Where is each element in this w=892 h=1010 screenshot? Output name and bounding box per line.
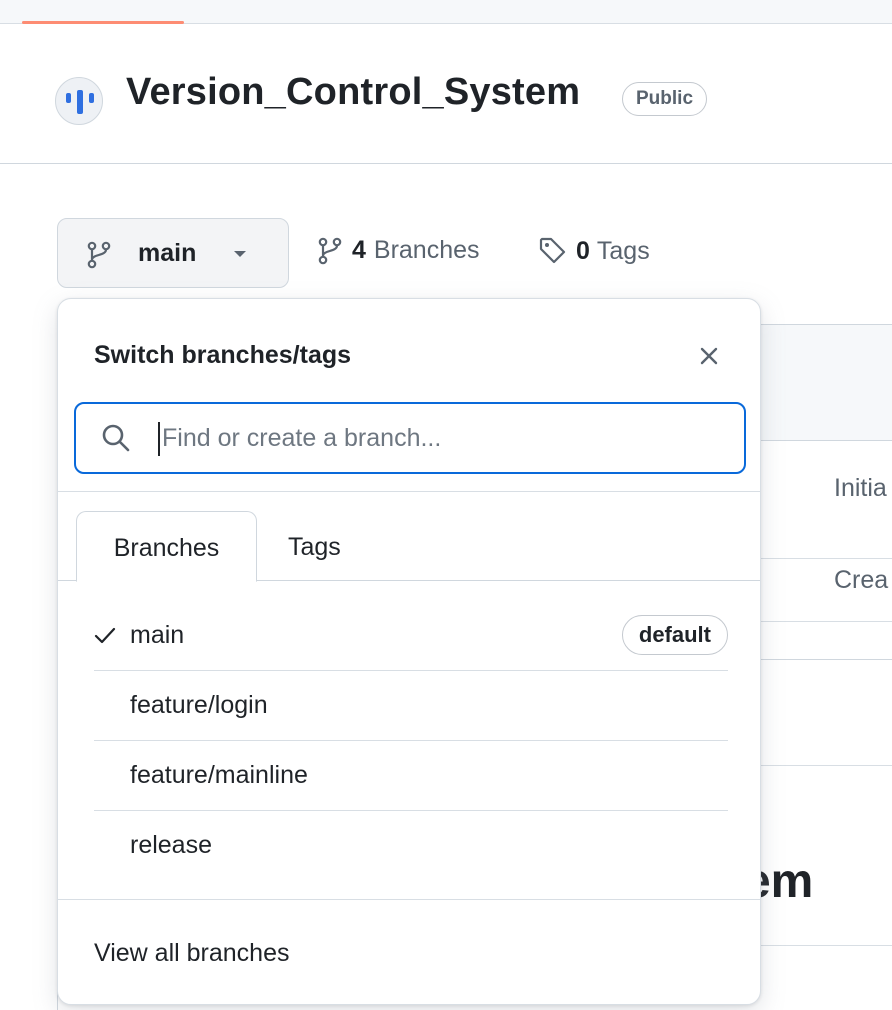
branch-tag-tabs: Branches Tags [58, 511, 760, 582]
default-branch-badge: default [621, 615, 728, 655]
git-branch-icon [318, 237, 342, 264]
page: Version_Control_System Public main 4 Bra… [0, 0, 892, 1010]
search-icon [102, 424, 130, 452]
branch-name: main [130, 621, 185, 649]
tab-tags[interactable]: Tags [288, 511, 341, 581]
tags-count: 0 [576, 236, 590, 265]
branch-search-field[interactable] [74, 402, 746, 474]
branch-name: release [130, 831, 212, 859]
dropdown-divider [58, 491, 760, 492]
repo-owner-avatar[interactable] [55, 77, 103, 125]
commit-message-fragment[interactable]: Initia [834, 474, 887, 503]
view-all-branches-link[interactable]: View all branches [94, 939, 289, 968]
repo-name-link[interactable]: Version_Control_System [126, 71, 580, 114]
branch-switcher-dropdown: Switch branches/tags Branches Tags main [57, 298, 761, 1005]
branch-item-feature-login[interactable]: feature/login [94, 671, 728, 741]
current-branch-label: main [138, 239, 197, 267]
owner-logo-icon [66, 90, 94, 114]
top-nav-strip [0, 0, 892, 24]
branch-item-release[interactable]: release [94, 811, 728, 881]
check-icon [94, 627, 116, 644]
commit-message-fragment[interactable]: Crea [834, 566, 888, 595]
text-cursor [158, 422, 160, 456]
branches-count: 4 [352, 236, 366, 264]
tags-label: Tags [596, 236, 650, 265]
visibility-badge: Public [622, 82, 708, 116]
branch-item-main[interactable]: main default [94, 601, 728, 671]
branch-search-input[interactable] [162, 418, 722, 458]
branch-select-button[interactable]: main [57, 218, 289, 288]
tag-icon [539, 237, 566, 264]
git-branch-icon [87, 241, 111, 269]
triangle-down-icon [234, 251, 246, 257]
dropdown-title: Switch branches/tags [94, 341, 352, 369]
branches-count-link[interactable]: 4 Branches [318, 236, 480, 265]
tab-branches[interactable]: Branches [76, 511, 257, 582]
branch-name: feature/mainline [130, 761, 308, 789]
branch-item-feature-mainline[interactable]: feature/mainline [94, 741, 728, 811]
branch-name: feature/login [130, 691, 268, 719]
close-icon[interactable] [696, 343, 722, 369]
branches-label: Branches [373, 236, 480, 264]
dropdown-footer-divider [58, 899, 760, 900]
tags-count-link[interactable]: 0 Tags [538, 236, 650, 266]
branch-list: main default feature/login feature/mainl… [94, 601, 728, 881]
